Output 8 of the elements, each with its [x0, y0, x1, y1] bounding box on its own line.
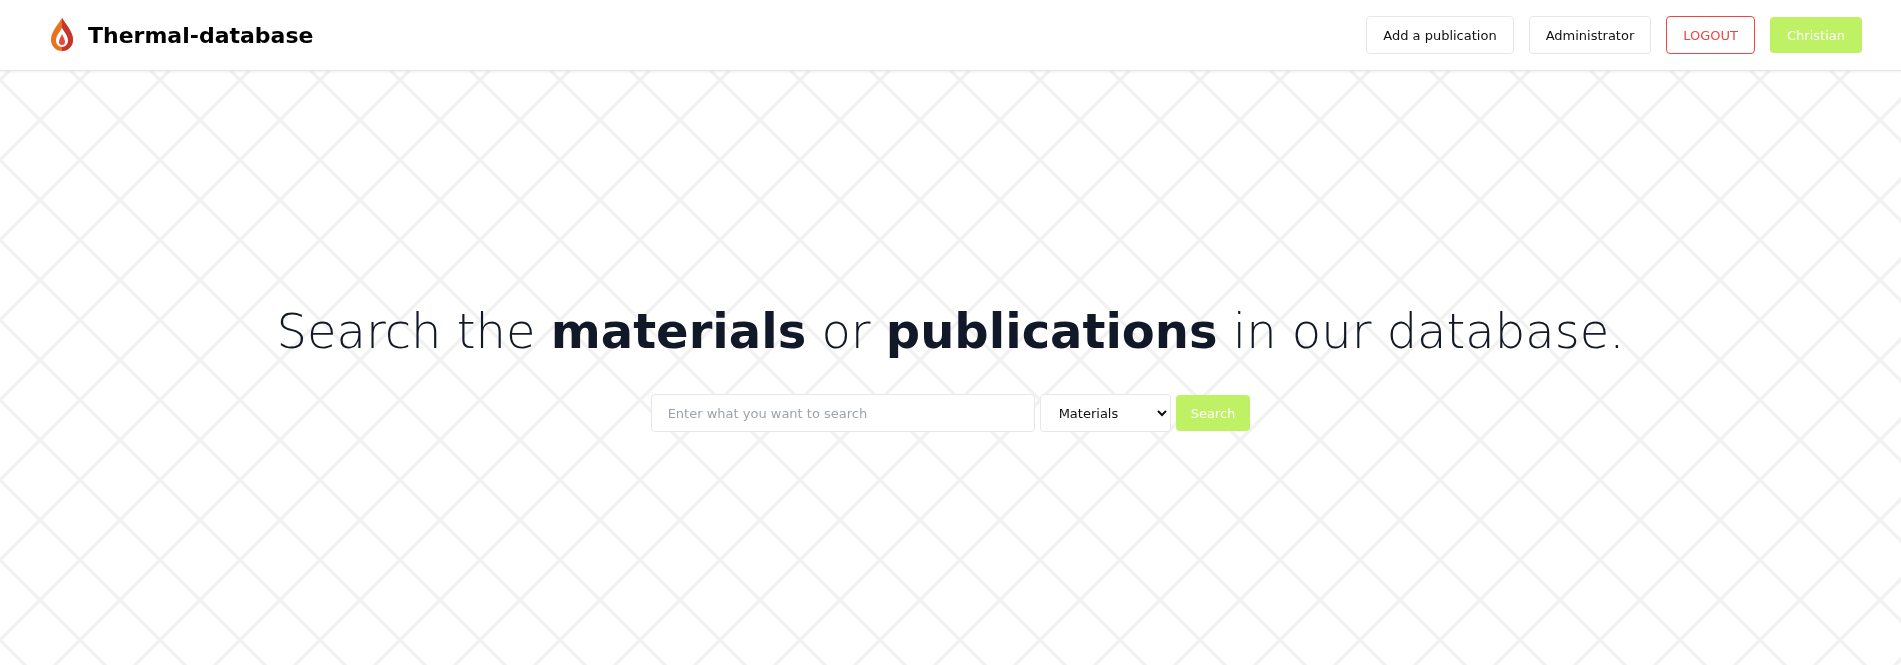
nav-button[interactable]: Administrator: [1528, 16, 1652, 54]
flame-logo-icon: [49, 17, 75, 53]
search-field[interactable]: Enter what you want to search: [650, 394, 1035, 432]
hero-heading: Search the materials or publications in our database.: [276, 303, 1625, 359]
nav-button[interactable]: LOGOUT: [1666, 16, 1756, 54]
site-title[interactable]: Thermal-database: [88, 22, 314, 48]
nav-button[interactable]: Add a publication: [1366, 16, 1514, 54]
category-select[interactable]: Materials: [1039, 394, 1171, 432]
